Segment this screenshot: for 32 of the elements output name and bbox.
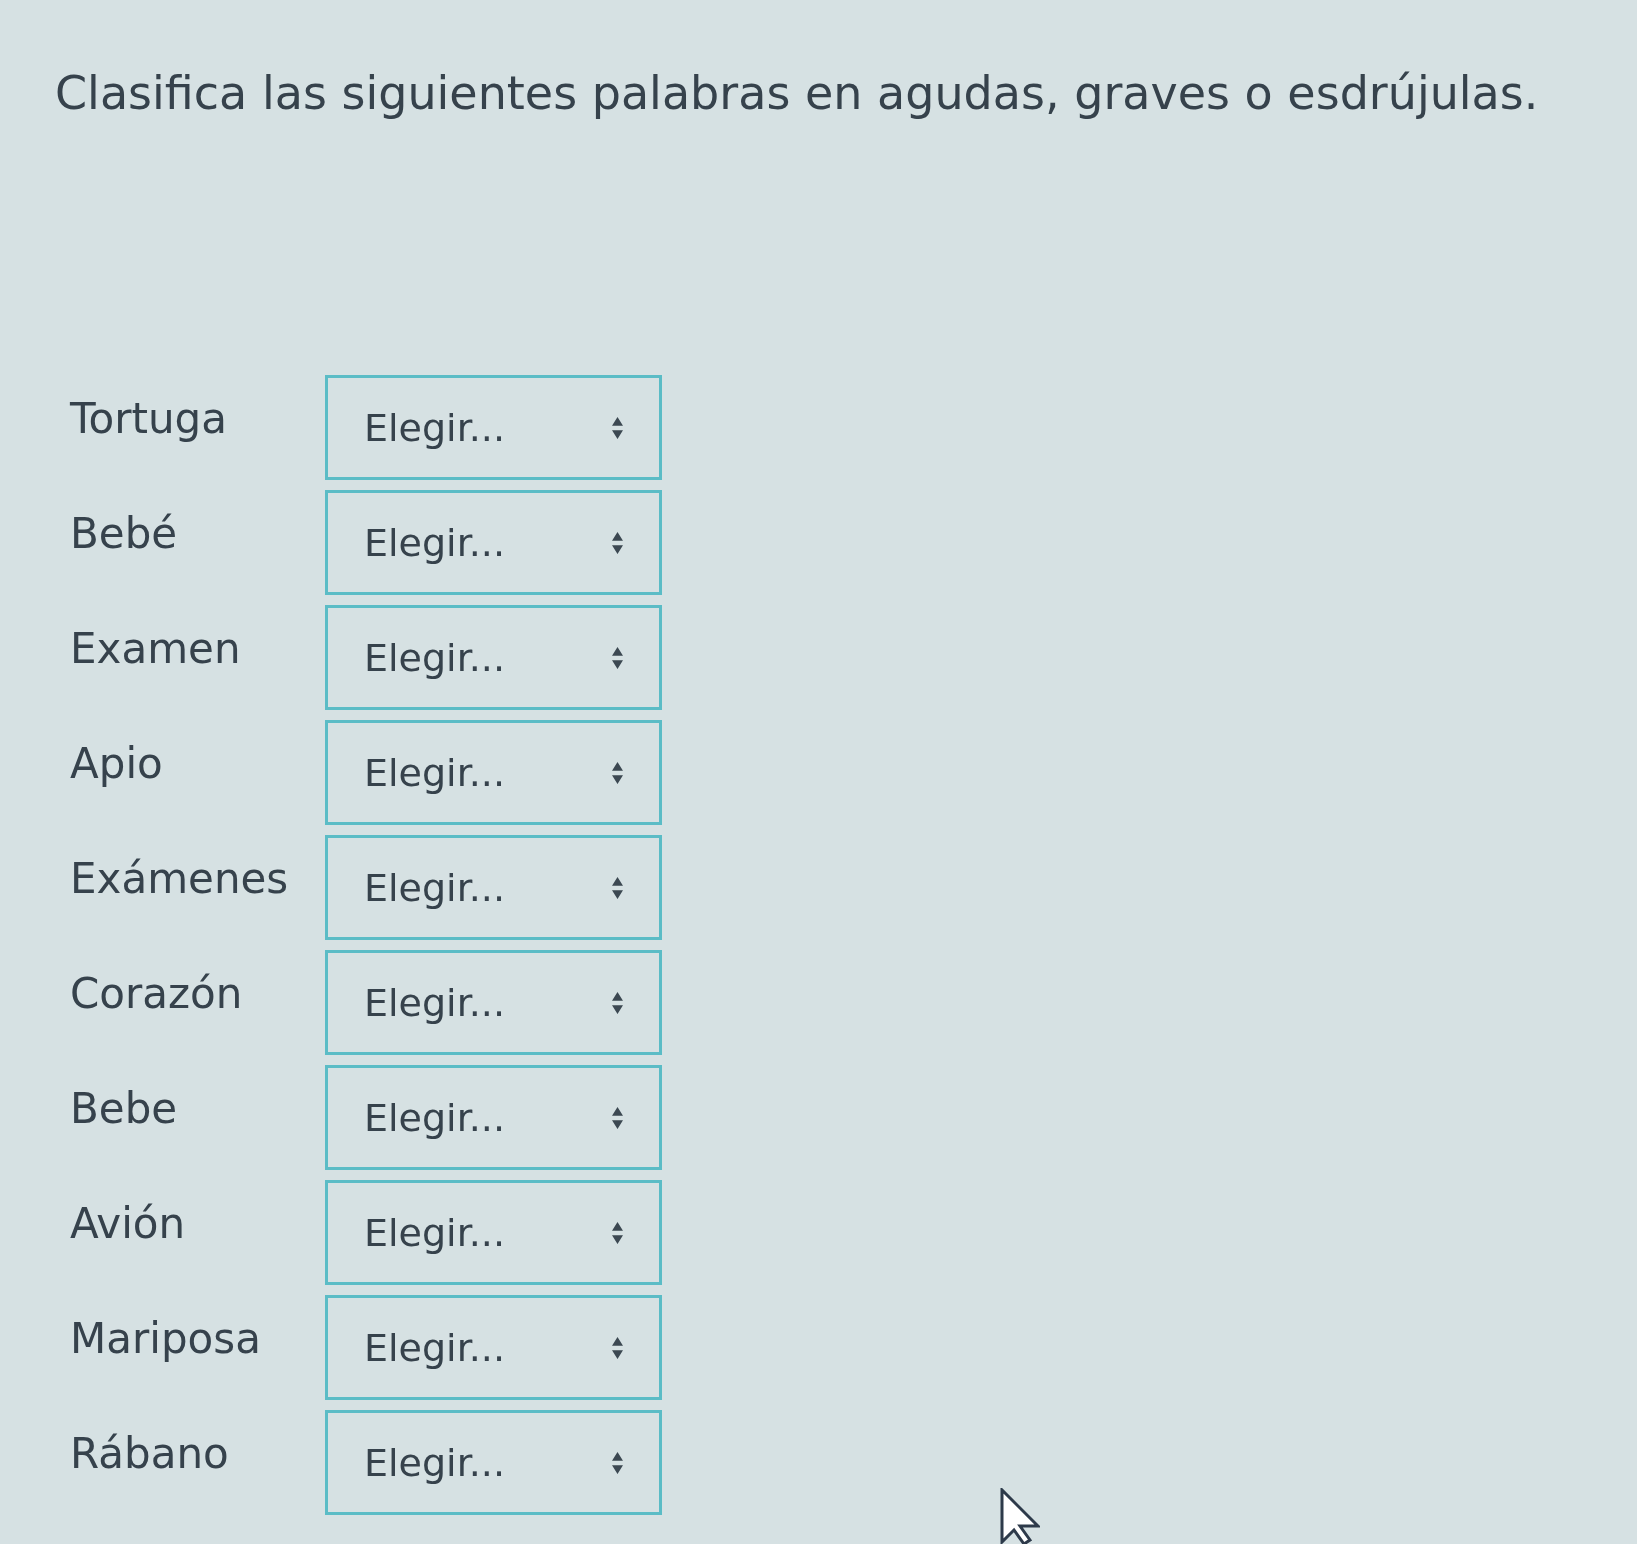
answer-dropdown[interactable]: Elegir... <box>325 1065 662 1170</box>
answer-dropdown[interactable]: Elegir... <box>325 490 662 595</box>
word-label: Bebé <box>69 508 179 560</box>
sort-arrows-icon <box>612 646 623 669</box>
word-label: Mariposa <box>69 1313 262 1365</box>
sort-arrows-icon <box>612 1336 623 1359</box>
instruction-text: Clasifica las siguientes palabras en agudas, graves o esdrújulas. <box>55 65 1539 122</box>
answer-dropdown[interactable]: Elegir... <box>325 720 662 825</box>
answer-dropdown[interactable]: Elegir... <box>325 1180 662 1285</box>
answer-dropdown[interactable]: Elegir... <box>325 835 662 940</box>
sort-arrows-icon <box>612 1106 623 1129</box>
sort-arrows-icon <box>612 531 623 554</box>
word-label: Corazón <box>69 968 244 1020</box>
sort-arrows-icon <box>612 1451 623 1474</box>
sort-arrows-icon <box>612 991 623 1014</box>
answer-dropdown[interactable]: Elegir... <box>325 1295 662 1400</box>
word-label: Bebe <box>69 1083 179 1135</box>
sort-arrows-icon <box>612 761 623 784</box>
sort-arrows-icon <box>612 1221 623 1244</box>
word-label: Avión <box>69 1198 187 1250</box>
sort-arrows-icon <box>612 876 623 899</box>
word-label: Tortuga <box>69 393 228 445</box>
answer-dropdown[interactable]: Elegir... <box>325 375 662 480</box>
answer-dropdown[interactable]: Elegir... <box>325 605 662 710</box>
word-label: Exámenes <box>69 853 290 905</box>
answer-dropdown[interactable]: Elegir... <box>325 950 662 1055</box>
word-label: Examen <box>69 623 242 675</box>
sort-arrows-icon <box>612 416 623 439</box>
word-label: Apio <box>69 738 164 790</box>
answer-dropdown[interactable]: Elegir... <box>325 1410 662 1515</box>
word-label: Rábano <box>69 1428 230 1480</box>
mouse-pointer-icon <box>1000 1488 1040 1544</box>
